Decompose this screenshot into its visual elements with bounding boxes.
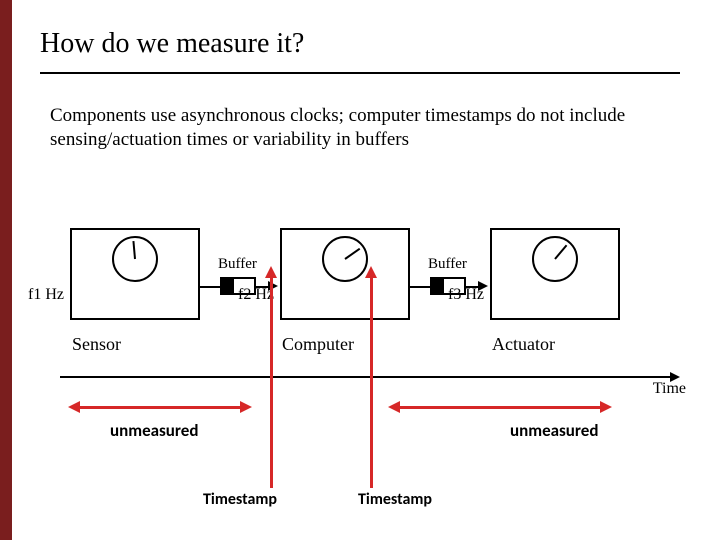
timestamp-line-out xyxy=(370,278,373,488)
time-axis xyxy=(60,376,670,378)
freq-label: f1 Hz xyxy=(28,286,64,304)
slide-title: How do we measure it? xyxy=(40,28,680,60)
timestamp-label-out: Timestamp xyxy=(358,490,432,509)
block-label: Sensor xyxy=(72,334,121,355)
buffer-label: Buffer xyxy=(428,256,467,273)
block-label: Actuator xyxy=(492,334,555,355)
computer-box: f2 Hz Computer xyxy=(280,228,410,320)
slide-body-text: Components use asynchronous clocks; comp… xyxy=(0,74,720,152)
freq-label: f3 Hz xyxy=(448,286,484,304)
buffer-label: Buffer xyxy=(218,256,257,273)
freq-label: f2 Hz xyxy=(238,286,274,304)
slide-accent-bar xyxy=(0,0,12,540)
unmeasured-arrow-right xyxy=(400,406,600,409)
sensor-box: f1 Hz Sensor xyxy=(70,228,200,320)
clock-icon xyxy=(112,236,158,282)
timestamp-line-in xyxy=(270,278,273,488)
unmeasured-label-right: unmeasured xyxy=(510,420,598,441)
clock-icon xyxy=(532,236,578,282)
actuator-box: f3 Hz Actuator xyxy=(490,228,620,320)
block-label: Computer xyxy=(282,334,354,355)
arrow-up-icon xyxy=(365,266,377,278)
time-axis-label: Time xyxy=(653,380,686,398)
clock-icon xyxy=(322,236,368,282)
timestamp-label-in: Timestamp xyxy=(203,490,277,509)
unmeasured-arrow-left xyxy=(80,406,240,409)
unmeasured-label-left: unmeasured xyxy=(110,420,198,441)
arrow-up-icon xyxy=(265,266,277,278)
title-area: How do we measure it? xyxy=(0,0,720,66)
diagram: f1 Hz Sensor Buffer f2 Hz Computer Buffe… xyxy=(70,228,650,428)
